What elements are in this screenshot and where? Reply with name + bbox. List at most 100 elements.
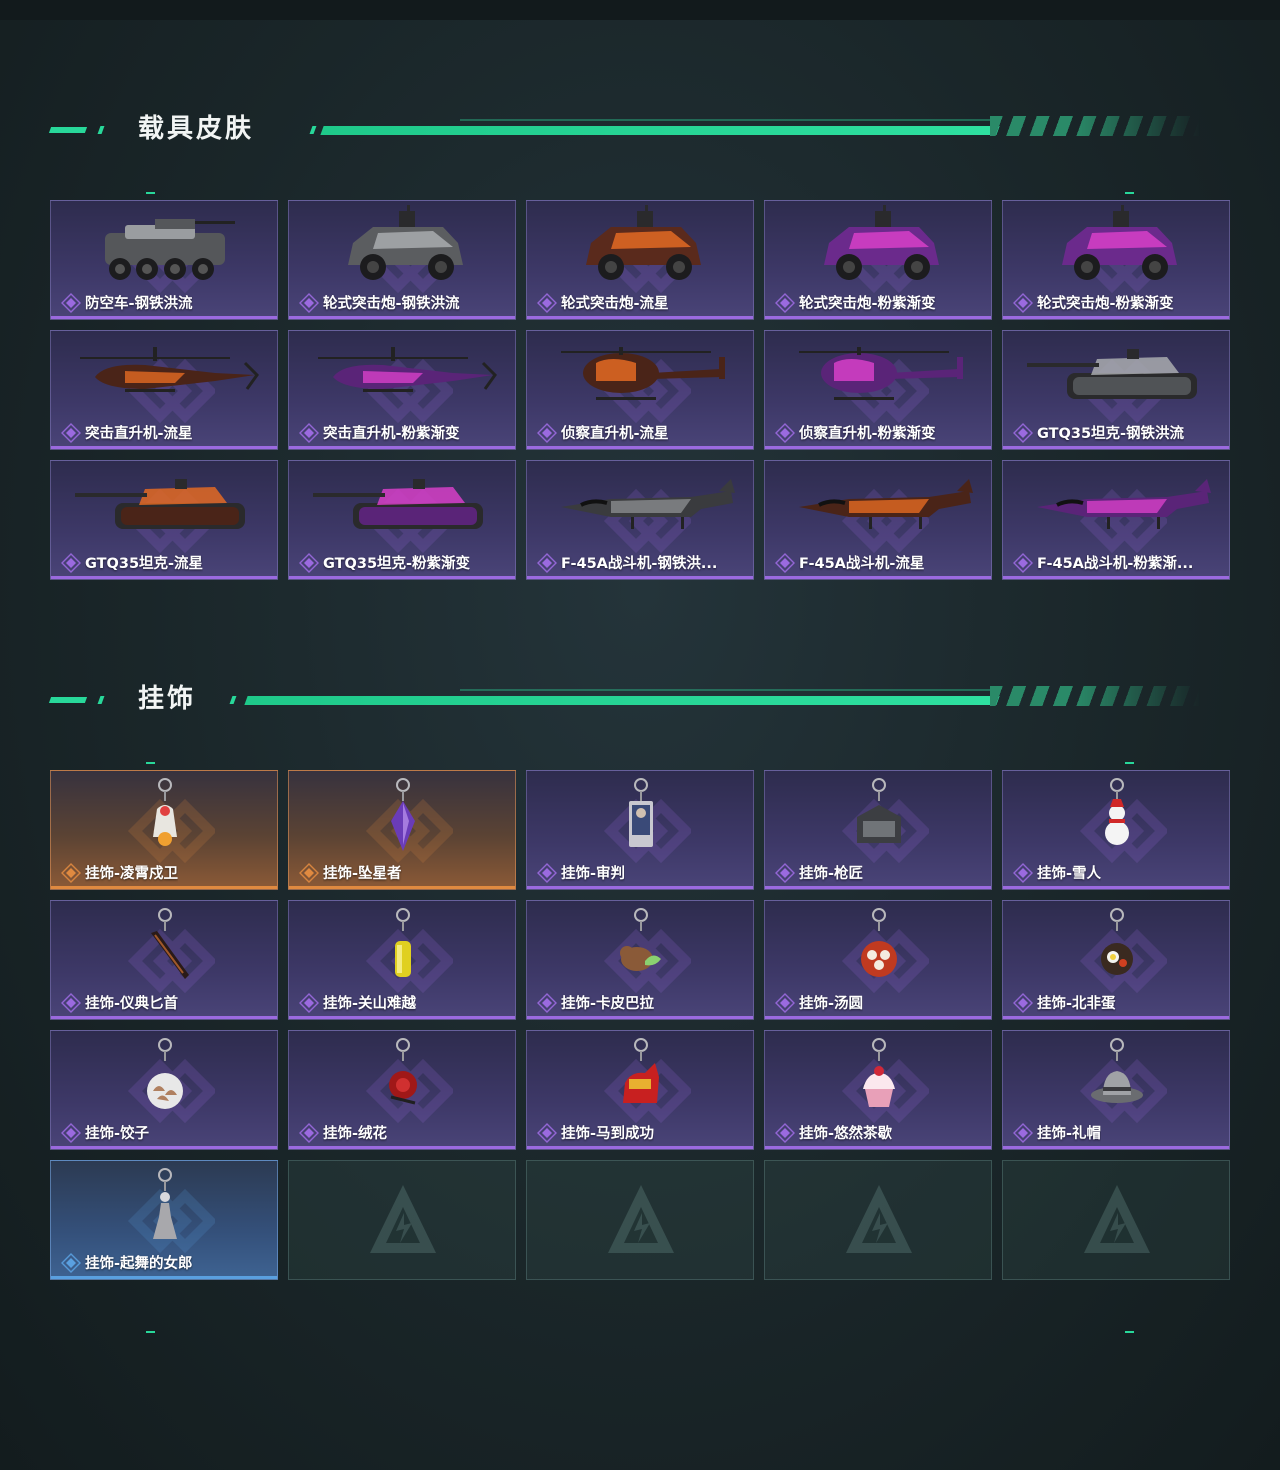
vehicle-skin-card[interactable]: 轮式突击炮-粉紫渐变 [1002,200,1230,320]
cupcake-charm-image [863,1038,895,1107]
item-name: 挂饰-汤圆 [799,996,864,1012]
item-name: 挂饰-枪匠 [799,866,864,882]
rarity-icon [61,992,81,1013]
charm-card[interactable]: 挂饰-仪典匕首 [50,900,278,1020]
vehicle-skin-card[interactable]: GTQ35坦克-钢铁洪流 [1002,330,1230,450]
rarity-icon [775,862,795,883]
rarity-icon [775,992,795,1013]
card-label: 挂饰-绒花 [299,1122,511,1143]
card-label: 挂饰-饺子 [61,1122,273,1143]
apc-image [105,219,235,280]
jet-image [799,479,973,529]
section-charms: 挂饰 挂饰-凌霄戍卫 挂饰-坠星者 挂饰-审判 挂饰-枪匠 挂饰-雪人 挂饰-仪… [0,670,1280,1333]
crystal-charm-image [391,778,415,851]
card-label: GTQ35坦克-钢铁洪流 [1013,422,1225,443]
charm-card[interactable]: 挂饰-审判 [526,770,754,890]
corner-mark [1125,762,1134,764]
figure-charm-image [153,778,177,846]
vehicle-skin-card[interactable]: 轮式突击炮-钢铁洪流 [288,200,516,320]
vehicle-skin-card[interactable]: 侦察直升机-流星 [526,330,754,450]
rarity-icon [1013,862,1033,883]
item-name: 挂饰-礼帽 [1037,1126,1102,1142]
charm-card[interactable]: 挂饰-马到成功 [526,1030,754,1150]
rarity-icon [537,422,557,443]
charm-card[interactable]: 挂饰-雪人 [1002,770,1230,890]
empty-slot [764,1160,992,1280]
tank-image [1027,349,1197,399]
charm-card[interactable]: 挂饰-凌霄戍卫 [50,770,278,890]
card-label: GTQ35坦克-粉紫渐变 [299,552,511,573]
empty-slot [1002,1160,1230,1280]
rarity-icon [61,1252,81,1273]
item-name: 突击直升机-粉紫渐变 [323,426,460,442]
jeep-image [824,205,939,280]
dancer-charm-image [153,1168,177,1239]
vehicle-skin-card[interactable]: F-45A战斗机-粉紫渐... [1002,460,1230,580]
section-title: 挂饰 [138,684,197,714]
vehicle-skin-card[interactable]: 轮式突击炮-流星 [526,200,754,320]
rarity-icon [299,1122,319,1143]
rarity-icon [61,552,81,573]
rarity-icon [299,422,319,443]
rarity-icon [537,992,557,1013]
rarity-icon [299,992,319,1013]
card-label: 轮式突击炮-粉紫渐变 [1013,292,1225,313]
rarity-icon [61,422,81,443]
rarity-icon [1013,292,1033,313]
empty-slot [526,1160,754,1280]
section-header: 挂饰 [0,670,1280,730]
item-name: 挂饰-凌霄戍卫 [85,866,179,882]
vehicle-skin-card[interactable]: 防空车-钢铁洪流 [50,200,278,320]
placeholder-logo-icon [608,1185,674,1253]
vehicle-skin-card[interactable]: F-45A战斗机-钢铁洪... [526,460,754,580]
item-name: F-45A战斗机-钢铁洪... [561,556,718,572]
corner-mark [146,192,155,194]
item-name: 突击直升机-流星 [85,426,193,442]
vehicle-skin-card[interactable]: GTQ35坦克-粉紫渐变 [288,460,516,580]
attack-heli-image [318,347,497,392]
charm-card[interactable]: 挂饰-枪匠 [764,770,992,890]
box-charm-image [857,778,901,843]
card-charm-image [629,778,653,847]
charm-card[interactable]: 挂饰-悠然茶歇 [764,1030,992,1150]
charm-card[interactable]: 挂饰-关山难越 [288,900,516,1020]
item-name: 挂饰-悠然茶歇 [799,1126,893,1142]
dagger-charm-image [151,908,189,979]
item-name: 轮式突击炮-粉紫渐变 [799,296,936,312]
vehicle-skin-card[interactable]: 突击直升机-粉紫渐变 [288,330,516,450]
item-name: 防空车-钢铁洪流 [85,296,193,312]
section-vehicle-skins: 载具皮肤 防空车-钢铁洪流 轮式突击炮-钢铁洪流 轮式突击炮-流星 轮式突击炮-… [0,100,1280,580]
header-bar [320,126,1000,135]
charm-card[interactable]: 挂饰-坠星者 [288,770,516,890]
placeholder-logo-icon [1084,1185,1150,1253]
corner-mark [1125,1331,1134,1333]
tank-image [313,479,483,529]
header-accent [48,127,88,133]
item-name: 挂饰-绒花 [323,1126,388,1142]
charm-card[interactable]: 挂饰-起舞的女郎 [50,1160,278,1280]
plate-charm-image [147,1038,183,1109]
charm-card[interactable]: 挂饰-北非蛋 [1002,900,1230,1020]
header-accent [97,126,105,134]
vehicle-skin-card[interactable]: F-45A战斗机-流星 [764,460,992,580]
vehicle-skin-card[interactable]: 侦察直升机-粉紫渐变 [764,330,992,450]
rarity-icon [1013,552,1033,573]
charm-card[interactable]: 挂饰-饺子 [50,1030,278,1150]
header-line [460,689,990,691]
charm-card[interactable]: 挂饰-礼帽 [1002,1030,1230,1150]
card-label: 挂饰-仪典匕首 [61,992,273,1013]
charm-card[interactable]: 挂饰-绒花 [288,1030,516,1150]
item-name: 轮式突击炮-钢铁洪流 [323,296,460,312]
header-accent [48,697,88,703]
item-name: 挂饰-坠星者 [323,866,402,882]
charm-card[interactable]: 挂饰-卡皮巴拉 [526,900,754,1020]
header-accent [97,696,105,704]
item-name: 挂饰-关山难越 [323,996,417,1012]
vehicle-skin-card[interactable]: 轮式突击炮-粉紫渐变 [764,200,992,320]
vehicle-skin-card[interactable]: 突击直升机-流星 [50,330,278,450]
charm-card[interactable]: 挂饰-汤圆 [764,900,992,1020]
flower-charm-image [389,1038,417,1105]
vehicle-skin-card[interactable]: GTQ35坦克-流星 [50,460,278,580]
capybara-charm-image [620,908,661,971]
item-name: 挂饰-审判 [561,866,626,882]
